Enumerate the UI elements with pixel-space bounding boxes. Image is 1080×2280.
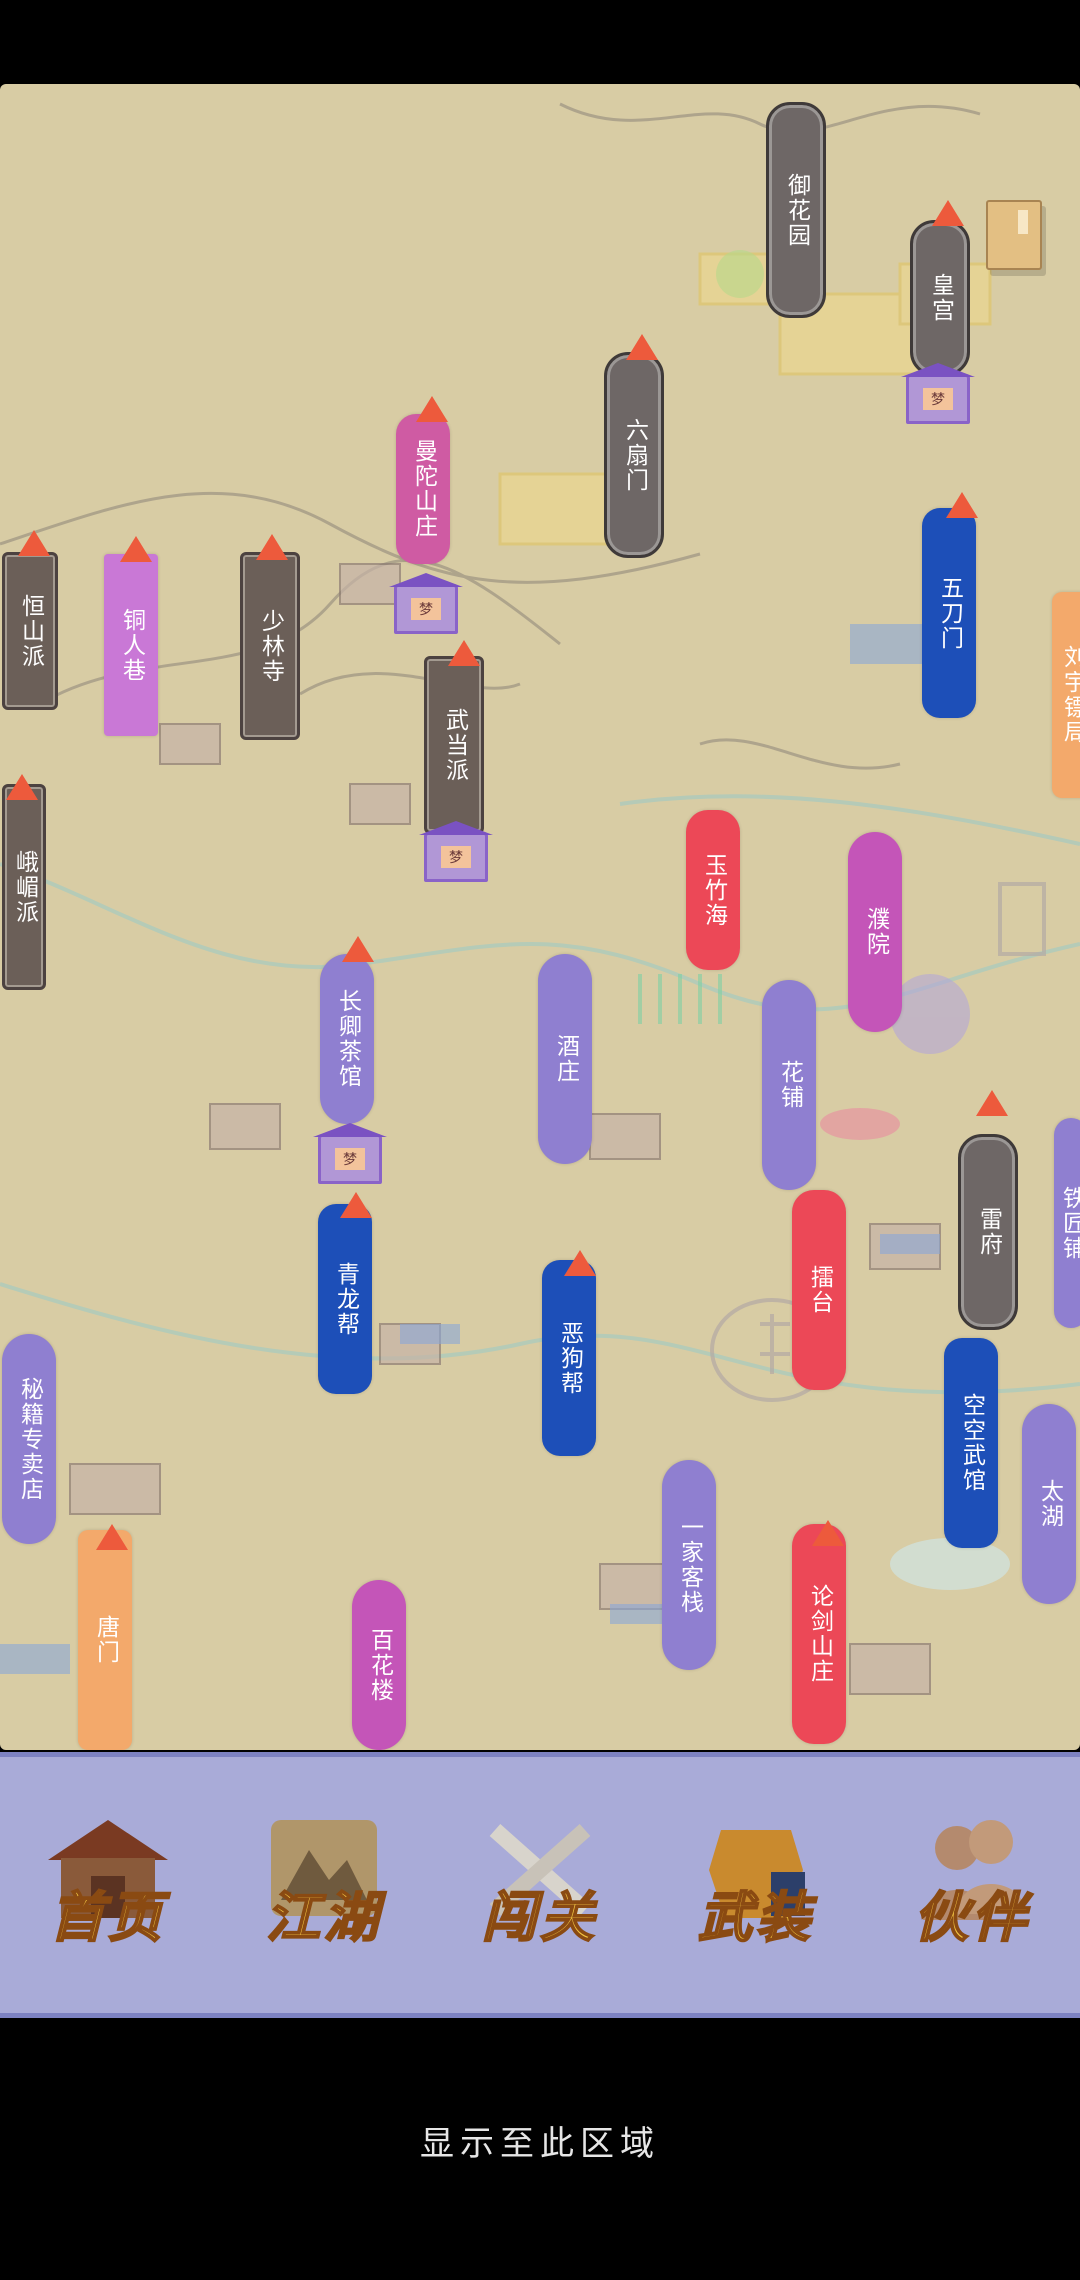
location-jiuzhuang[interactable]: 酒庄: [538, 954, 592, 1164]
location-huanggong[interactable]: 皇宫: [910, 220, 970, 376]
location-leifu[interactable]: 雷府: [958, 1134, 1018, 1330]
location-shaolin[interactable]: 少林寺: [240, 552, 300, 740]
location-yuhuayuan[interactable]: 御花园: [766, 102, 826, 318]
location-right-edge-orange[interactable]: 刘宇镖局: [1052, 592, 1080, 798]
location-kongkong[interactable]: 空空武馆: [944, 1338, 998, 1548]
location-leitai[interactable]: 擂台: [792, 1190, 846, 1390]
bottom-nav-bar: 首页 江湖 闯关 武装 伙伴: [0, 1752, 1080, 2018]
nav-chuangguan-button[interactable]: 闯关: [455, 1800, 625, 1970]
location-liushanmen[interactable]: 六扇门: [604, 352, 664, 558]
location-hengshan[interactable]: 恒山派: [2, 552, 58, 710]
nav-home-button[interactable]: 首页: [23, 1800, 193, 1970]
nav-wuzhuang-button[interactable]: 武装: [671, 1800, 841, 1970]
location-huapu[interactable]: 花铺: [762, 980, 816, 1190]
location-baihualou[interactable]: 百花楼: [352, 1580, 406, 1750]
location-miji[interactable]: 秘籍专卖店: [2, 1334, 56, 1544]
location-tongrenxiang[interactable]: 铜人巷: [104, 554, 158, 736]
nav-huoban-button[interactable]: 伙伴: [887, 1800, 1057, 1970]
world-map[interactable]: 御花园 皇宫 梦 六扇门 曼陀山庄 梦 五刀门 恒山派 铜人巷 少林寺 武当派 …: [0, 84, 1080, 1750]
location-lunjian[interactable]: 论剑山庄: [792, 1524, 846, 1744]
nav-home-label: 首页: [49, 1884, 166, 1950]
nav-chuangguan-label: 闯关: [481, 1884, 598, 1950]
location-wudaomen[interactable]: 五刀门: [922, 508, 976, 718]
location-egou[interactable]: 恶狗帮: [542, 1260, 596, 1456]
location-tangmen[interactable]: 唐门: [78, 1530, 132, 1750]
location-qinglong[interactable]: 青龙帮: [318, 1204, 372, 1394]
location-wudang[interactable]: 武当派: [424, 656, 484, 834]
nav-jianghu-button[interactable]: 江湖: [239, 1800, 409, 1970]
location-emei[interactable]: 峨嵋派: [2, 784, 46, 990]
book-icon[interactable]: [986, 200, 1042, 270]
location-taihu[interactable]: 太湖: [1022, 1404, 1076, 1604]
nav-jianghu-label: 江湖: [265, 1884, 382, 1950]
location-yuzhuhai[interactable]: 玉竹海: [686, 810, 740, 970]
display-area-note: 显示至此区域: [420, 2124, 660, 2164]
location-right-edge-purple[interactable]: 铁匠铺: [1054, 1118, 1080, 1328]
nav-wuzhuang-label: 武装: [697, 1884, 814, 1950]
location-changqing[interactable]: 长卿茶馆: [320, 954, 374, 1124]
nav-huoban-label: 伙伴: [913, 1884, 1030, 1950]
location-yijia[interactable]: 一家客栈: [662, 1460, 716, 1670]
location-puyuan[interactable]: 濮院: [848, 832, 902, 1032]
location-mantuo[interactable]: 曼陀山庄: [396, 414, 450, 564]
